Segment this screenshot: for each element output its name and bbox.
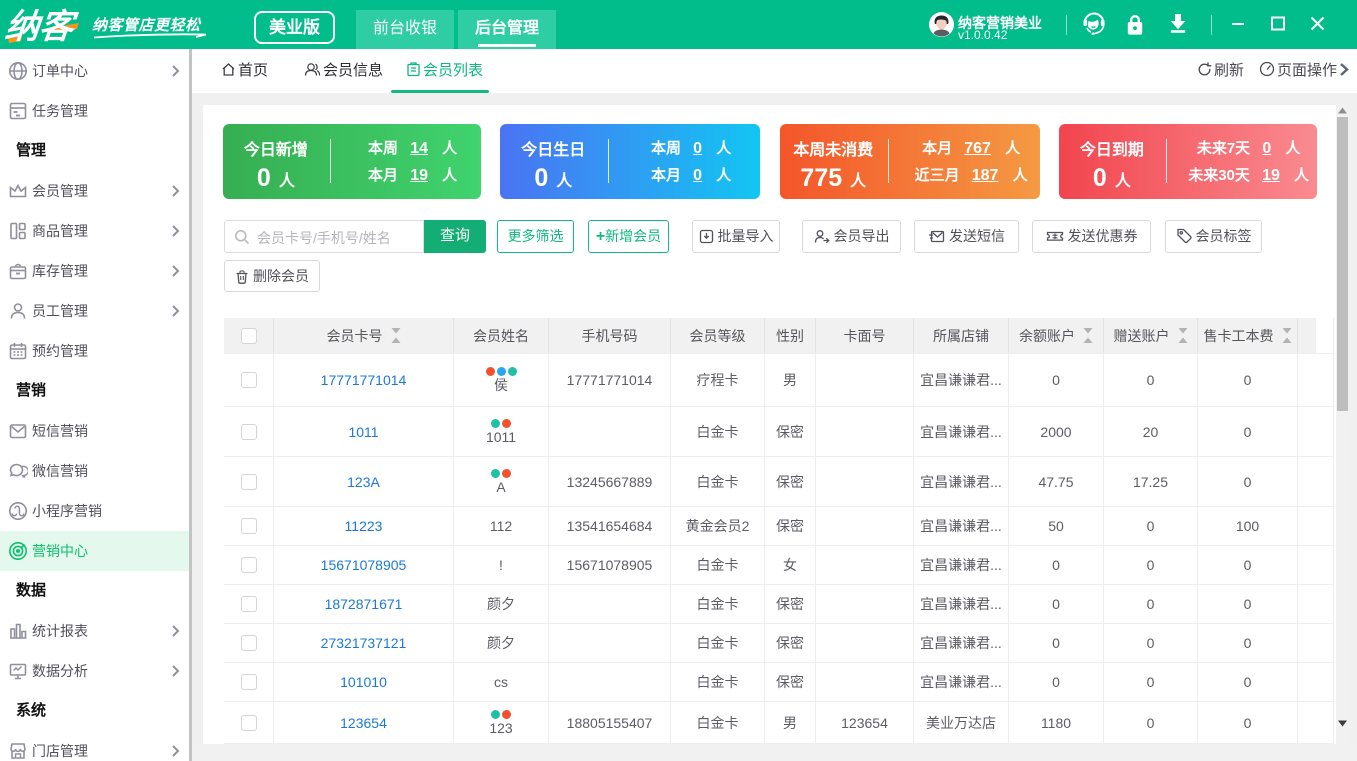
svg-text:纳客管店更轻松: 纳客管店更轻松	[92, 16, 202, 34]
svg-text:纳客: 纳客	[3, 8, 80, 46]
